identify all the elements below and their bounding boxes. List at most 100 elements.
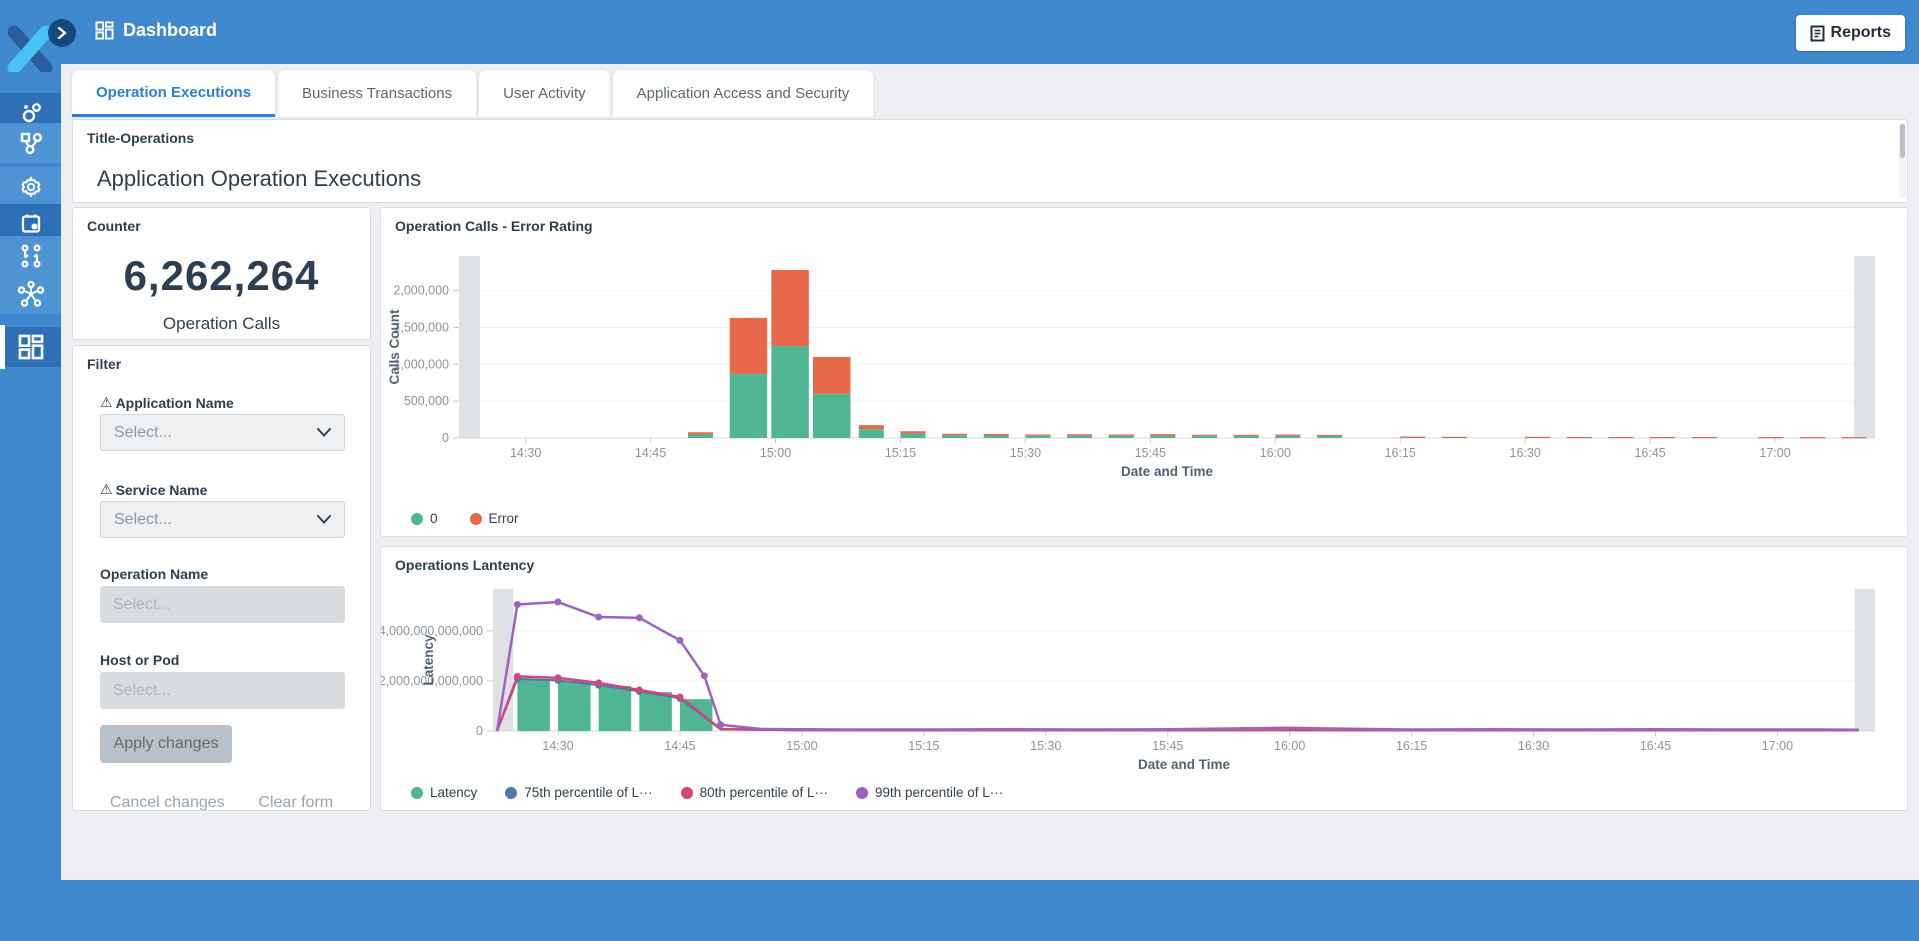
svg-text:16:15: 16:15 (1396, 739, 1427, 753)
application-name-label: ⚠ Application Name (100, 394, 234, 411)
svg-text:0: 0 (442, 431, 449, 445)
latency-chart[interactable]: 02,000,000,000,0004,000,000,000,00014:30… (381, 579, 1907, 779)
error-chart-title: Operation Calls - Error Rating (395, 218, 593, 234)
sidebar-item-workflows[interactable] (0, 236, 61, 276)
legend-dot (411, 787, 423, 799)
active-item-indicator (0, 325, 5, 369)
error-chart-legend: 0 Error (411, 511, 519, 526)
svg-text:15:15: 15:15 (885, 446, 916, 460)
clipboard-icon (19, 212, 43, 236)
title-card-scrollbar[interactable] (1899, 124, 1906, 198)
svg-text:15:30: 15:30 (1030, 739, 1061, 753)
svg-text:16:15: 16:15 (1385, 446, 1416, 460)
svg-text:Latency: Latency (421, 634, 436, 686)
legend-label: 80th percentile of L··· (700, 785, 828, 800)
cancel-changes-link[interactable]: Cancel changes (110, 794, 225, 811)
reports-button-label: Reports (1831, 24, 1891, 42)
application-name-select[interactable]: Select... (100, 414, 345, 451)
legend-item-error[interactable]: Error (470, 511, 519, 526)
warning-icon: ⚠ (100, 394, 113, 411)
svg-text:17:00: 17:00 (1762, 739, 1793, 753)
svg-text:15:00: 15:00 (786, 739, 817, 753)
legend-dot (505, 787, 517, 799)
legend-label: Error (489, 511, 519, 526)
service-name-label: ⚠ Service Name (100, 481, 207, 498)
tab-label: Business Transactions (302, 85, 452, 102)
error-rating-chart[interactable]: 0500,0001,000,0001,500,0002,000,00014:30… (381, 242, 1907, 492)
svg-text:16:30: 16:30 (1510, 446, 1541, 460)
page-title: Dashboard (95, 20, 217, 41)
operation-name-input[interactable]: Select... (100, 586, 345, 623)
scrollbar-thumb[interactable] (1900, 124, 1905, 158)
counter-caption: Operation Calls (73, 314, 370, 334)
svg-text:500,000: 500,000 (404, 394, 449, 408)
field-label-text: Application Name (116, 395, 234, 411)
field-label-text: Service Name (116, 482, 208, 498)
top-bar: Dashboard Reports (0, 0, 1919, 64)
svg-text:2,000,000: 2,000,000 (393, 284, 449, 298)
svg-text:15:30: 15:30 (1010, 446, 1041, 460)
legend-dot (411, 513, 423, 525)
svg-text:17:00: 17:00 (1759, 446, 1790, 460)
host-or-pod-input[interactable]: Select... (100, 672, 345, 709)
svg-text:Date and Time: Date and Time (1121, 464, 1214, 479)
filter-links-row: Cancel changes Clear form (73, 794, 370, 811)
sidebar-item-dashboards[interactable] (0, 327, 61, 367)
latency-chart-title: Operations Lantency (395, 557, 534, 573)
legend-dot (470, 513, 482, 525)
warning-icon: ⚠ (100, 481, 113, 498)
tab-application-access-security[interactable]: Application Access and Security (613, 70, 874, 117)
field-label-text: Operation Name (100, 566, 208, 582)
sidebar-expand-button[interactable] (48, 19, 76, 47)
legend-item-latency[interactable]: Latency (411, 785, 477, 800)
apply-changes-button[interactable]: Apply changes (100, 725, 232, 763)
svg-text:16:45: 16:45 (1640, 739, 1671, 753)
tab-label: Operation Executions (96, 84, 251, 101)
host-or-pod-label: Host or Pod (100, 652, 179, 668)
svg-text:0: 0 (476, 724, 483, 738)
select-placeholder: Select... (114, 424, 172, 442)
svg-text:16:00: 16:00 (1274, 739, 1305, 753)
select-placeholder: Select... (114, 511, 172, 529)
chevron-down-icon (317, 515, 331, 524)
tab-operation-executions[interactable]: Operation Executions (72, 70, 275, 117)
svg-text:15:45: 15:45 (1152, 739, 1183, 753)
page-title-label: Dashboard (123, 20, 217, 41)
counter-value: 6,262,264 (73, 252, 370, 300)
legend-item-p75[interactable]: 75th percentile of L··· (505, 785, 652, 800)
select-placeholder: Select... (113, 682, 171, 700)
svg-text:14:45: 14:45 (664, 739, 695, 753)
legend-item-zero[interactable]: 0 (411, 511, 438, 526)
settings-gear-icon (18, 174, 44, 200)
title-card: Title-Operations Application Operation E… (72, 119, 1908, 203)
legend-label: 99th percentile of L··· (875, 785, 1003, 800)
counter-card-label: Counter (87, 218, 141, 234)
tab-user-activity[interactable]: User Activity (479, 70, 610, 117)
svg-text:16:00: 16:00 (1260, 446, 1291, 460)
sidebar-item-service-map[interactable] (0, 274, 61, 314)
sidebar-item-hierarchy[interactable] (0, 123, 61, 163)
clear-form-link[interactable]: Clear form (258, 794, 333, 811)
legend-item-p99[interactable]: 99th percentile of L··· (856, 785, 1003, 800)
tab-business-transactions[interactable]: Business Transactions (278, 70, 476, 117)
legend-item-p80[interactable]: 80th percentile of L··· (681, 785, 828, 800)
svg-text:14:30: 14:30 (542, 739, 573, 753)
content-area: Operation Executions Business Transactio… (61, 64, 1919, 880)
latency-chart-legend: Latency 75th percentile of L··· 80th per… (411, 785, 1003, 800)
filter-card-label: Filter (87, 356, 121, 372)
sidebar-item-settings[interactable] (0, 167, 61, 207)
filter-card: Filter ⚠ Application Name Select... ⚠ Se… (72, 345, 371, 811)
title-card-label: Title-Operations (87, 130, 194, 146)
operation-name-label: Operation Name (100, 566, 208, 582)
chevron-right-icon (57, 27, 67, 39)
tab-label: Application Access and Security (637, 85, 850, 102)
tab-label: User Activity (503, 85, 586, 102)
svg-text:15:45: 15:45 (1135, 446, 1166, 460)
svg-text:14:45: 14:45 (635, 446, 666, 460)
reports-button[interactable]: Reports (1796, 15, 1905, 51)
svg-text:14:30: 14:30 (510, 446, 541, 460)
service-map-icon (17, 280, 45, 308)
svg-text:16:30: 16:30 (1518, 739, 1549, 753)
select-placeholder: Select... (113, 596, 171, 614)
service-name-select[interactable]: Select... (100, 501, 345, 538)
